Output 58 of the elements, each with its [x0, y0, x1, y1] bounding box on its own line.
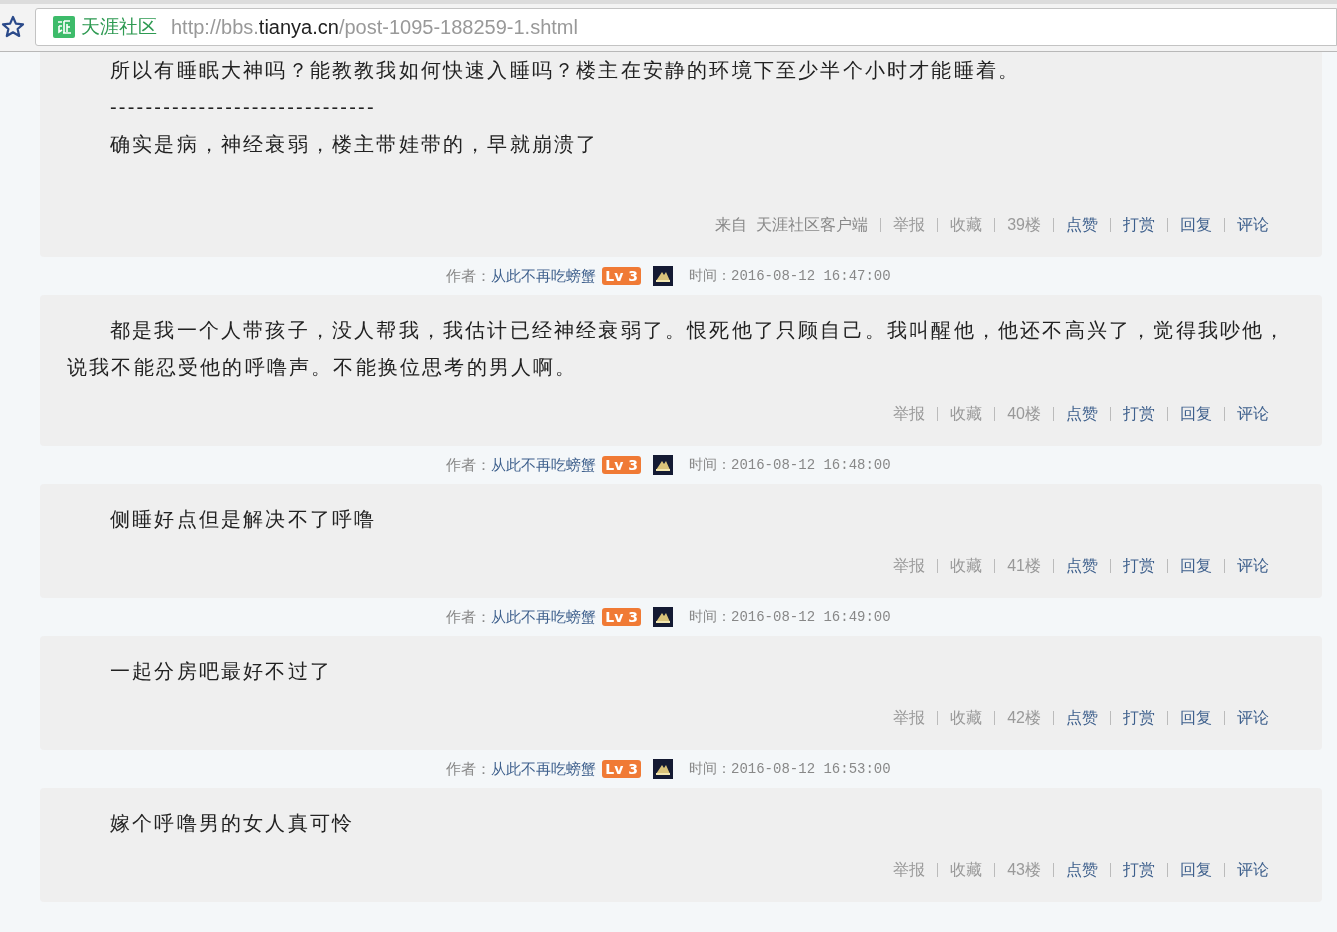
action-link[interactable]: 评论 — [1237, 554, 1269, 578]
action-link[interactable]: 打赏 — [1123, 554, 1155, 578]
level-badge: Lv 3 — [602, 760, 641, 778]
level-badge: Lv 3 — [602, 608, 641, 626]
post-time: 时间：2016-08-12 16:47:00 — [689, 266, 891, 286]
post-time: 时间：2016-08-12 16:53:00 — [689, 759, 891, 779]
author-link[interactable]: 从此不再吃螃蟹 — [491, 264, 597, 288]
action-link[interactable]: 回复 — [1180, 858, 1212, 882]
action-link[interactable]: 回复 — [1180, 213, 1212, 237]
avatar-icon — [653, 607, 673, 627]
post-text: 侧睡好点但是解决不了呼噜 — [109, 507, 378, 532]
site-name: 天涯社区 — [81, 14, 157, 39]
action-link[interactable]: 点赞 — [1066, 402, 1098, 426]
author-link[interactable]: 从此不再吃螃蟹 — [491, 605, 597, 629]
action-link[interactable]: 点赞 — [1066, 554, 1098, 578]
post-text: 一起分房吧最好不过了 — [109, 659, 333, 684]
author-label: 作者： — [446, 758, 492, 779]
avatar-icon — [653, 455, 673, 475]
action-link[interactable]: 评论 — [1237, 213, 1269, 237]
avatar-icon — [653, 759, 673, 779]
action-link[interactable]: 点赞 — [1066, 706, 1098, 730]
post-text: ------------------------------ — [109, 95, 377, 120]
post-text: 都是我一个人带孩子，没人帮我，我估计已经神经衰弱了。恨死他了只顾自己。我叫醒他，他还不高兴了，觉得我吵他，说我不能忍受他的呼噜声。不能换位思考的男人啊。 — [67, 318, 1288, 380]
action-link[interactable]: 打赏 — [1123, 706, 1155, 730]
avatar-icon — [653, 266, 673, 286]
author-link[interactable]: 从此不再吃螃蟹 — [491, 453, 597, 477]
action-link[interactable]: 评论 — [1237, 858, 1269, 882]
post-text: 嫁个呼噜男的女人真可怜 — [109, 811, 356, 836]
action-link[interactable]: 点赞 — [1066, 858, 1098, 882]
source-text: 来自 天涯社区客户端 — [715, 215, 869, 235]
action-link[interactable]: 打赏 — [1123, 213, 1155, 237]
floor-number: 39楼 — [1007, 215, 1041, 235]
author-label: 作者： — [446, 265, 492, 286]
author-link[interactable]: 从此不再吃螃蟹 — [491, 757, 597, 781]
floor-number: 43楼 — [1007, 860, 1041, 880]
post-time: 时间：2016-08-12 16:48:00 — [689, 455, 891, 475]
level-badge: Lv 3 — [602, 456, 641, 474]
author-label: 作者： — [446, 606, 492, 627]
address-bar[interactable]: 天涯社区 http://bbs.tianya.cn/post-1095-188259-1.shtml — [35, 8, 1337, 46]
action-link[interactable]: 回复 — [1180, 402, 1212, 426]
action-link[interactable]: 回复 — [1180, 706, 1212, 730]
action-link[interactable]: 回复 — [1180, 554, 1212, 578]
url-text: http://bbs.tianya.cn/post-1095-188259-1.shtml — [171, 15, 578, 40]
certificate-icon — [53, 16, 75, 38]
bookmark-star-icon[interactable] — [1, 15, 25, 39]
post-text: 确实是病，神经衰弱，楼主带娃带的，早就崩溃了 — [109, 132, 600, 157]
author-label: 作者： — [446, 454, 492, 475]
action-link[interactable]: 打赏 — [1123, 402, 1155, 426]
action-link[interactable]: 评论 — [1237, 402, 1269, 426]
action-link[interactable]: 打赏 — [1123, 858, 1155, 882]
post-text: 所以有睡眠大神吗？能教教我如何快速入睡吗？楼主在安静的环境下至少半个小时才能睡着。 — [109, 58, 1022, 83]
post-time: 时间：2016-08-12 16:49:00 — [689, 607, 891, 627]
level-badge: Lv 3 — [602, 267, 641, 285]
floor-number: 40楼 — [1007, 404, 1041, 424]
action-link[interactable]: 评论 — [1237, 706, 1269, 730]
action-link[interactable]: 点赞 — [1066, 213, 1098, 237]
floor-number: 42楼 — [1007, 708, 1041, 728]
floor-number: 41楼 — [1007, 556, 1041, 576]
